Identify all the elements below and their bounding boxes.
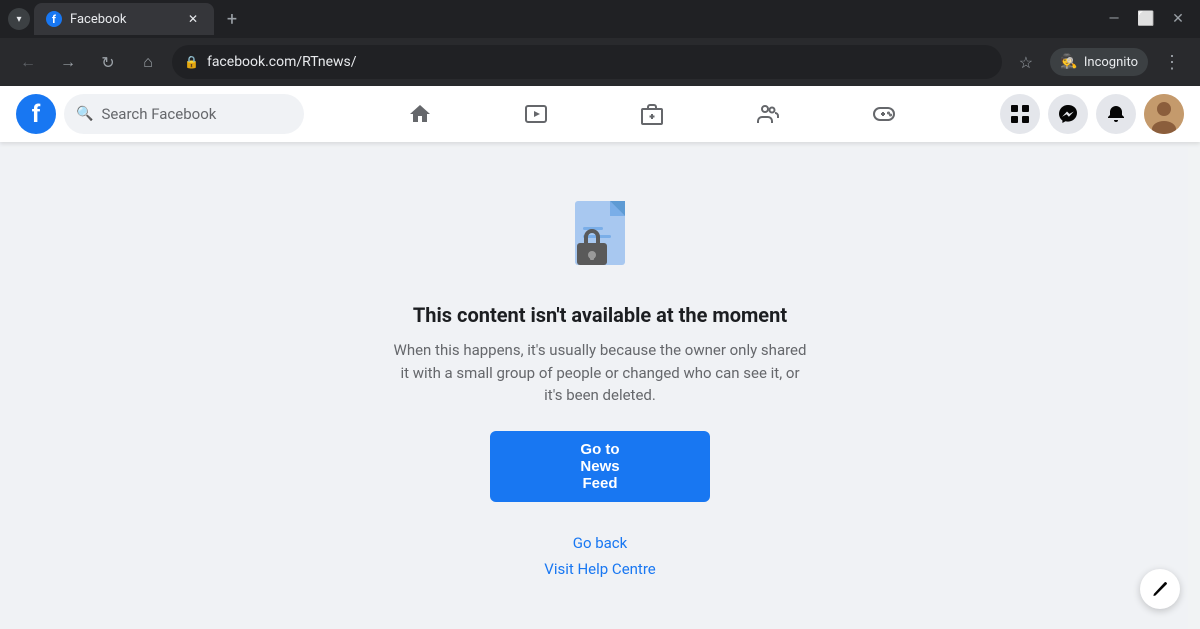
tab-dropdown-button[interactable]: ▾ xyxy=(8,8,30,30)
tab-favicon: f xyxy=(46,11,62,27)
browser-navbar: ← → ↻ ⌂ 🔒 facebook.com/RTnews/ ☆ 🕵 Incog… xyxy=(0,38,1200,86)
main-content: This content isn't available at the mome… xyxy=(0,142,1200,629)
incognito-label: Incognito xyxy=(1084,55,1138,70)
error-description: When this happens, it's usually because … xyxy=(390,339,810,407)
tab-dropdown-icon: ▾ xyxy=(16,14,21,25)
back-icon: ← xyxy=(20,52,36,72)
incognito-button[interactable]: 🕵 Incognito xyxy=(1050,48,1148,76)
visit-help-centre-link[interactable]: Visit Help Centre xyxy=(390,560,810,578)
bookmark-button[interactable]: ☆ xyxy=(1010,46,1042,78)
apps-button[interactable] xyxy=(1000,94,1040,134)
facebook-header: f 🔍 Search Facebook xyxy=(0,86,1200,142)
close-button[interactable]: ✕ xyxy=(1164,5,1192,33)
home-button[interactable]: ⌂ xyxy=(132,46,164,78)
tab-favicon-letter: f xyxy=(52,13,56,26)
messenger-button[interactable] xyxy=(1048,94,1088,134)
nav-gaming[interactable] xyxy=(828,90,940,138)
nav-home[interactable] xyxy=(364,90,476,138)
reload-button[interactable]: ↻ xyxy=(92,46,124,78)
tab-bar: ▾ f Facebook ✕ + xyxy=(8,3,1092,35)
home-icon: ⌂ xyxy=(143,52,153,72)
minimize-icon: — xyxy=(1109,11,1120,27)
address-bar[interactable]: 🔒 facebook.com/RTnews/ xyxy=(172,45,1002,79)
tab-title: Facebook xyxy=(70,12,176,27)
search-icon: 🔍 xyxy=(76,106,93,122)
search-bar[interactable]: 🔍 Search Facebook xyxy=(64,94,304,134)
address-text: facebook.com/RTnews/ xyxy=(207,54,990,70)
maximize-icon: ⬜ xyxy=(1137,11,1154,27)
browser-menu-icon: ⋮ xyxy=(1163,52,1181,73)
nav-watch[interactable] xyxy=(480,90,592,138)
minimize-button[interactable]: — xyxy=(1100,5,1128,33)
maximize-button[interactable]: ⬜ xyxy=(1132,5,1160,33)
incognito-icon: 🕵 xyxy=(1060,53,1078,71)
window-controls: — ⬜ ✕ xyxy=(1100,5,1192,33)
active-tab[interactable]: f Facebook ✕ xyxy=(34,3,214,35)
user-avatar[interactable] xyxy=(1144,94,1184,134)
facebook-nav xyxy=(304,90,1000,138)
nav-groups[interactable] xyxy=(712,90,824,138)
go-to-news-feed-button[interactable]: Go to News Feed xyxy=(490,431,710,502)
content-unavailable-icon xyxy=(555,193,645,283)
floating-edit-button[interactable] xyxy=(1140,569,1180,609)
new-tab-button[interactable]: + xyxy=(218,5,246,33)
go-back-link[interactable]: Go back xyxy=(390,534,810,552)
notifications-button[interactable] xyxy=(1096,94,1136,134)
error-container: This content isn't available at the mome… xyxy=(390,193,810,578)
facebook-logo-letter: f xyxy=(32,100,41,128)
facebook-logo[interactable]: f xyxy=(16,94,56,134)
close-icon: ✕ xyxy=(1172,11,1184,27)
facebook-actions xyxy=(1000,94,1184,134)
tab-close-button[interactable]: ✕ xyxy=(184,10,202,28)
search-placeholder: Search Facebook xyxy=(101,105,216,123)
error-links: Go back Visit Help Centre xyxy=(390,534,810,578)
browser-titlebar: ▾ f Facebook ✕ + — ⬜ ✕ xyxy=(0,0,1200,38)
new-tab-icon: + xyxy=(227,9,237,30)
error-title: This content isn't available at the mome… xyxy=(390,303,810,327)
forward-icon: → xyxy=(60,52,76,72)
scrollbar[interactable] xyxy=(1188,86,1200,629)
address-security-icon: 🔒 xyxy=(184,55,199,69)
reload-icon: ↻ xyxy=(101,53,114,72)
nav-marketplace[interactable] xyxy=(596,90,708,138)
forward-button[interactable]: → xyxy=(52,46,84,78)
browser-menu-button[interactable]: ⋮ xyxy=(1156,46,1188,78)
back-button[interactable]: ← xyxy=(12,46,44,78)
bookmark-icon: ☆ xyxy=(1019,53,1033,72)
